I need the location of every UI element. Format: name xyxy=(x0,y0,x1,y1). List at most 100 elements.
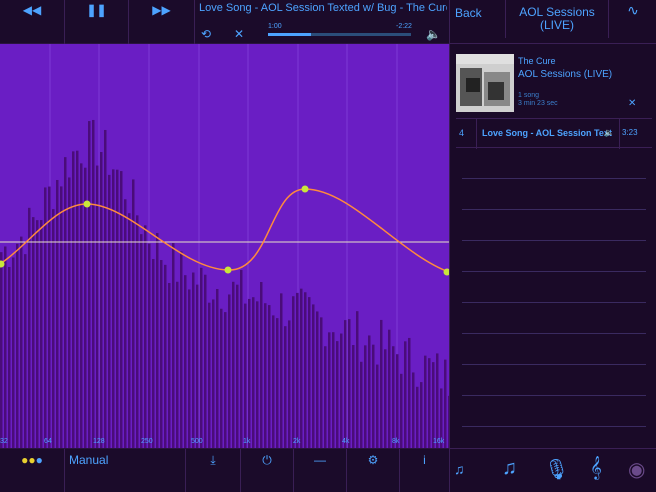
empty-list-rows xyxy=(456,148,652,438)
shuffle-icon[interactable]: ✕ xyxy=(234,27,244,41)
track-duration: 3:23 xyxy=(622,128,638,137)
rewind-button[interactable]: ◀◀ xyxy=(0,0,65,44)
eq-spectrum[interactable] xyxy=(0,44,449,448)
library-tabbar: ♫ ♫ 🎙 𝄞 ◉ xyxy=(450,448,656,492)
list-row-divider xyxy=(462,395,646,396)
spectrum-bar xyxy=(176,281,179,448)
fast-forward-button[interactable]: ▶▶ xyxy=(129,0,195,44)
spectrum-bar xyxy=(340,333,343,448)
spectrum-bar xyxy=(332,332,335,448)
spectrum-bar xyxy=(368,335,371,448)
flatten-button[interactable]: — xyxy=(294,449,347,492)
library-panel: Back AOL Sessions (LIVE) ∿ The Cure AOL … xyxy=(449,0,656,492)
spectrum-bar xyxy=(364,345,367,448)
spectrum-bar xyxy=(140,234,143,448)
spectrum-bar xyxy=(100,152,103,448)
spectrum-bar xyxy=(128,213,131,448)
track-name: Love Song - AOL Session Texted w/ Bug xyxy=(482,128,612,138)
spectrum-bar xyxy=(424,355,427,448)
disc-icon[interactable]: ◉ xyxy=(628,457,645,482)
spectrum-bar xyxy=(56,179,59,448)
preset-button[interactable]: Manual xyxy=(65,449,186,492)
spectrum-bar xyxy=(356,311,359,448)
spectrum-bar xyxy=(360,361,363,448)
repeat-icon[interactable]: ⟲ xyxy=(201,27,211,41)
track-row[interactable]: 4 Love Song - AOL Session Texted w/ Bug … xyxy=(456,118,652,149)
spectrum-bar xyxy=(104,129,107,448)
progress-bar[interactable] xyxy=(268,33,411,36)
eq-node[interactable] xyxy=(83,200,91,208)
spectrum-bar xyxy=(328,332,331,448)
preset-label: Manual xyxy=(69,453,109,467)
spectrum-bar xyxy=(180,251,183,448)
spectrum-bar xyxy=(208,302,211,448)
freq-label: 32 xyxy=(0,438,8,445)
spectrum-bar xyxy=(236,284,239,448)
spectrum-bar xyxy=(284,326,287,448)
spectrum-bar xyxy=(80,163,83,448)
album-info[interactable]: The Cure AOL Sessions (LIVE) 1 song 3 mi… xyxy=(456,54,652,118)
list-row-divider xyxy=(462,302,646,303)
remaining-time: -2:22 xyxy=(396,23,412,30)
spectrum-bar xyxy=(272,315,275,448)
volume-icon[interactable]: 🔈 xyxy=(426,27,441,41)
spectrum-bar xyxy=(216,289,219,448)
spectrum-bar xyxy=(248,298,251,448)
list-row-divider xyxy=(462,271,646,272)
power-button[interactable]: ⏻ xyxy=(241,449,294,492)
freq-label: 128 xyxy=(93,438,105,445)
wave-icon[interactable]: ∿ xyxy=(611,2,655,19)
settings-button[interactable]: ⚙ xyxy=(347,449,400,492)
list-row-divider xyxy=(462,364,646,365)
list-row-divider xyxy=(462,333,646,334)
power-icon: ⏻ xyxy=(262,453,272,467)
spectrum-bar xyxy=(348,319,351,448)
partial-icon: ♫ xyxy=(454,461,465,477)
treble-clef-icon[interactable]: 𝄞 xyxy=(590,457,602,480)
eq-graph[interactable] xyxy=(0,44,449,448)
spectrum-bar xyxy=(16,243,19,448)
list-row-divider xyxy=(462,178,646,179)
spectrum-bar xyxy=(44,187,47,448)
spectrum-bar xyxy=(268,305,271,448)
spectrum-bar xyxy=(144,225,147,448)
music-note-icon[interactable]: ♫ xyxy=(502,457,517,480)
spectrum-bar xyxy=(308,297,311,448)
spectrum-bar xyxy=(312,304,315,448)
spectrum-bar xyxy=(232,281,235,448)
spectrum-bar xyxy=(428,358,431,448)
spectrum-bar xyxy=(292,296,295,448)
spectrum-bar xyxy=(372,344,375,448)
song-count: 1 song xyxy=(518,92,540,99)
spectrum-bar xyxy=(188,289,191,448)
divider xyxy=(619,119,620,149)
spectrum-bar xyxy=(172,243,175,448)
spectrum-bar xyxy=(392,346,395,448)
more-button[interactable]: ●●● xyxy=(0,449,65,492)
spectrum-bar xyxy=(244,303,247,448)
microphone-icon[interactable]: 🎙 xyxy=(544,457,569,482)
spectrum-bar xyxy=(280,293,283,448)
spectrum-bar xyxy=(260,281,263,448)
fast-forward-icon: ▶▶ xyxy=(152,3,171,17)
album-header-title: AOL Sessions (LIVE) xyxy=(505,0,609,38)
spectrum-bar xyxy=(200,267,203,448)
save-preset-button[interactable]: ⤓ xyxy=(186,449,241,492)
spectrum-bar xyxy=(0,252,3,448)
equalizer-app: ◀◀ ❚❚ ▶▶ Love Song - AOL Session Texted … xyxy=(0,0,656,492)
freq-label: 8k xyxy=(392,438,400,445)
spectrum-bar xyxy=(264,303,267,448)
list-row-divider xyxy=(462,426,646,427)
back-button[interactable]: Back xyxy=(455,6,482,20)
spectrum-bar xyxy=(92,119,95,448)
track-number: 4 xyxy=(459,128,465,138)
spectrum-bar xyxy=(256,301,259,448)
info-button[interactable]: i xyxy=(400,449,449,492)
shuffle-album-icon[interactable]: ✕ xyxy=(628,98,636,109)
spectrum-bar xyxy=(352,345,355,448)
eq-node[interactable] xyxy=(224,266,232,274)
eq-node[interactable] xyxy=(301,185,309,193)
pause-button[interactable]: ❚❚ xyxy=(65,0,129,44)
freq-label: 500 xyxy=(191,438,203,445)
spectrum-bar xyxy=(320,317,323,448)
